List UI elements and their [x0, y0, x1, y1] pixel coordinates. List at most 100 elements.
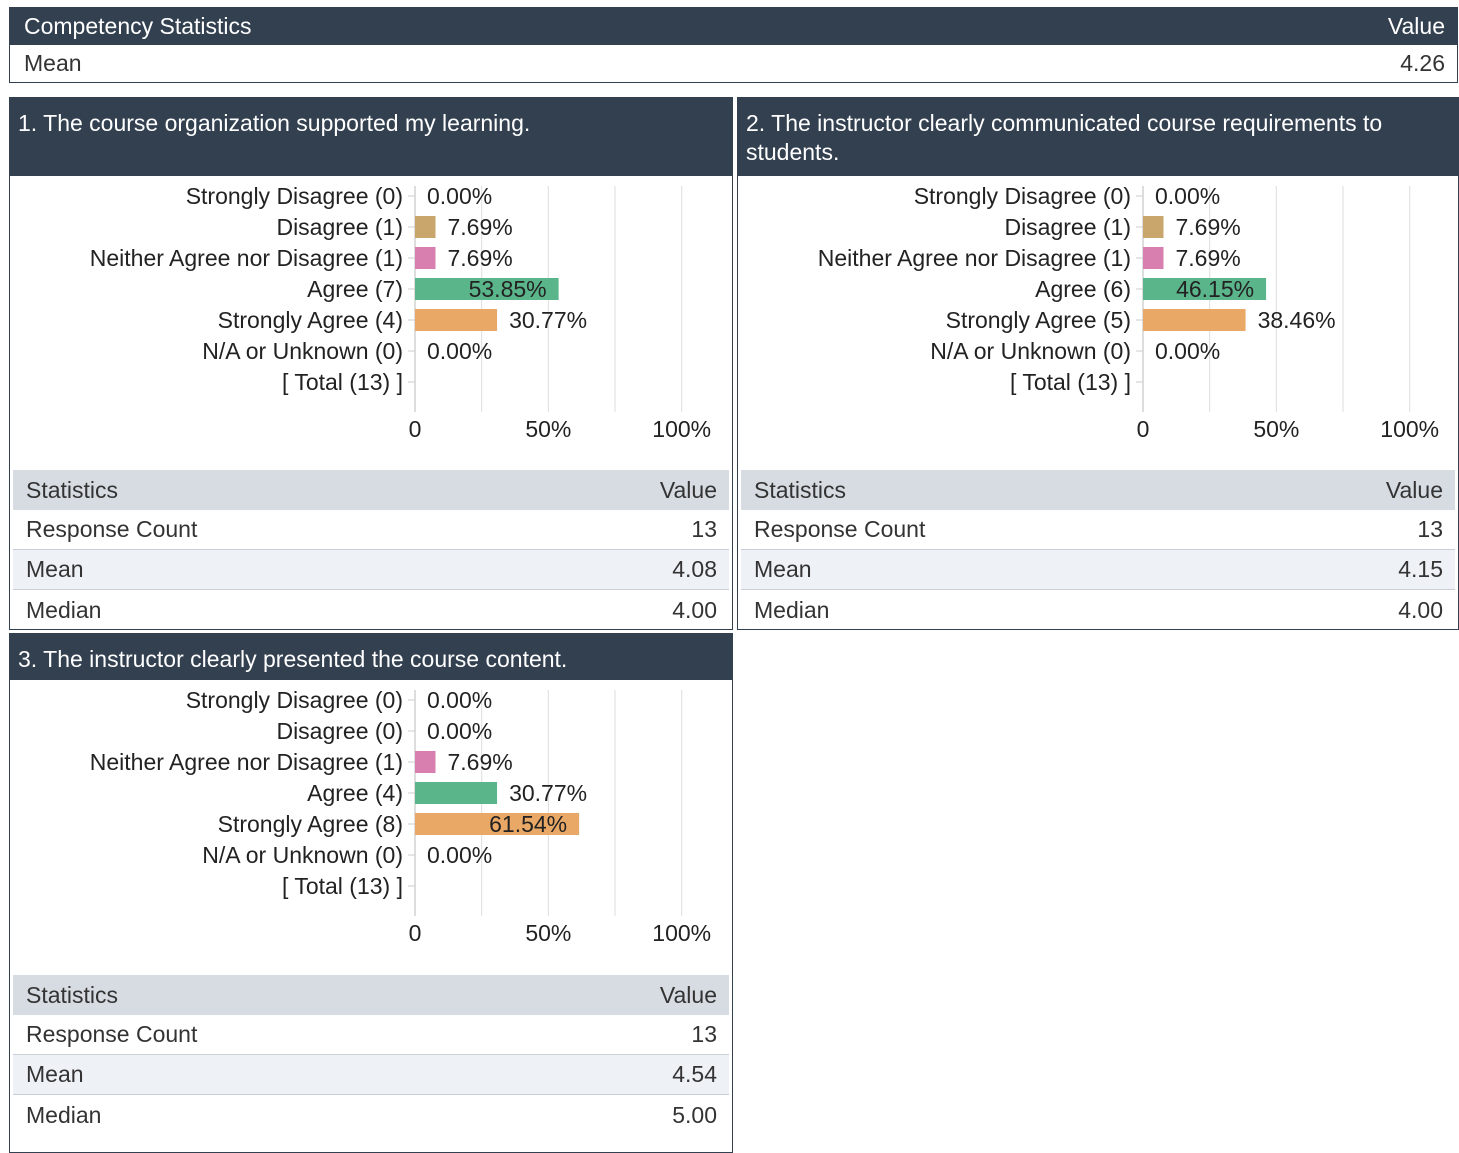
bar — [415, 309, 498, 331]
competency-mean-row: Mean 4.26 — [10, 45, 1457, 82]
median-row: Median 4.00 — [741, 590, 1455, 629]
category-label: Agree (6) — [1035, 276, 1131, 302]
response-count-value: 13 — [691, 1021, 717, 1047]
category-label: N/A or Unknown (0) — [202, 338, 403, 364]
x-tick-label: 100% — [1380, 416, 1439, 442]
competency-mean-value: 4.26 — [1400, 50, 1445, 76]
category-label: Strongly Disagree (0) — [914, 183, 1131, 209]
bar — [415, 751, 436, 773]
bar — [415, 782, 498, 804]
category-label: Agree (7) — [307, 276, 403, 302]
category-label: Agree (4) — [307, 780, 403, 806]
mean-label: Mean — [754, 556, 812, 582]
bar — [1143, 309, 1246, 331]
mean-row: Mean 4.54 — [13, 1055, 729, 1095]
data-label: 7.69% — [448, 214, 513, 240]
x-tick-label: 100% — [652, 416, 711, 442]
category-label: Strongly Agree (8) — [218, 811, 403, 837]
data-label: 0.00% — [427, 687, 492, 713]
response-count-row: Response Count 13 — [13, 1015, 729, 1055]
category-label: Neither Agree nor Disagree (1) — [90, 749, 403, 775]
statistics-header-value: Value — [1385, 476, 1443, 503]
response-count-row: Response Count 13 — [741, 510, 1455, 550]
median-value: 5.00 — [672, 1101, 717, 1128]
category-label: Strongly Agree (4) — [218, 307, 403, 333]
bar — [415, 216, 436, 238]
mean-value: 4.08 — [672, 556, 717, 582]
category-label: [ Total (13) ] — [1010, 369, 1131, 395]
median-value: 4.00 — [672, 596, 717, 623]
response-count-value: 13 — [691, 516, 717, 542]
competency-mean-label: Mean — [24, 50, 82, 76]
category-label: N/A or Unknown (0) — [930, 338, 1131, 364]
question-panel-2: 2. The instructor clearly communicated c… — [737, 97, 1459, 630]
data-label: 7.69% — [448, 749, 513, 775]
statistics-header-label: Statistics — [26, 476, 119, 503]
data-label: 0.00% — [427, 718, 492, 744]
question-2-bar-chart: Strongly Disagree (0) 0.00% Disagree (1) 7.… — [818, 183, 1439, 442]
category-label: Disagree (1) — [1004, 214, 1131, 240]
category-label: Disagree (0) — [276, 718, 403, 744]
data-label: 30.77% — [509, 780, 587, 806]
data-label: 7.69% — [448, 245, 513, 271]
x-tick-label: 0 — [409, 416, 422, 442]
mean-value: 4.15 — [1398, 556, 1443, 582]
median-label: Median — [26, 596, 102, 623]
question-title: 1. The course organization supported my … — [10, 98, 732, 176]
category-label: [ Total (13) ] — [282, 873, 403, 899]
data-label: 0.00% — [427, 842, 492, 868]
response-count-row: Response Count 13 — [13, 510, 729, 550]
x-tick-label: 50% — [525, 416, 571, 442]
category-label: [ Total (13) ] — [282, 369, 403, 395]
category-label: Strongly Disagree (0) — [186, 687, 403, 713]
statistics-header-row: Statistics Value — [13, 470, 729, 510]
question-panel-3: 3. The instructor clearly presented the … — [9, 633, 733, 1153]
question-title: 2. The instructor clearly communicated c… — [738, 98, 1458, 176]
data-label: 61.54% — [489, 811, 567, 837]
x-tick-label: 0 — [409, 920, 422, 946]
data-label: 0.00% — [427, 338, 492, 364]
statistics-table: Statistics Value Response Count 13 Mean … — [13, 975, 729, 1135]
question-panel-1: 1. The course organization supported my … — [9, 97, 733, 630]
statistics-table: Statistics Value Response Count 13 Mean … — [13, 470, 729, 629]
mean-label: Mean — [26, 1061, 84, 1087]
category-label: Disagree (1) — [276, 214, 403, 240]
category-label: Strongly Agree (5) — [946, 307, 1131, 333]
x-tick-label: 0 — [1137, 416, 1150, 442]
median-label: Median — [26, 1101, 102, 1128]
statistics-header-label: Statistics — [26, 981, 119, 1008]
bar — [415, 247, 436, 269]
response-count-label: Response Count — [754, 516, 926, 542]
bar — [1143, 247, 1164, 269]
statistics-header-label: Statistics — [754, 476, 847, 503]
median-value: 4.00 — [1398, 596, 1443, 623]
category-label: Strongly Disagree (0) — [186, 183, 403, 209]
median-label: Median — [754, 596, 830, 623]
x-tick-label: 50% — [1253, 416, 1299, 442]
median-row: Median 5.00 — [13, 1095, 729, 1135]
response-count-value: 13 — [1417, 516, 1443, 542]
x-tick-label: 50% — [525, 920, 571, 946]
competency-header-label: Competency Statistics — [24, 13, 252, 39]
mean-value: 4.54 — [672, 1061, 717, 1087]
statistics-header-row: Statistics Value — [741, 470, 1455, 510]
statistics-header-value: Value — [659, 476, 717, 503]
competency-header: Competency Statistics Value — [10, 8, 1457, 45]
question-3-bar-chart: Strongly Disagree (0) 0.00% Disagree (0) 0.… — [90, 687, 711, 946]
data-label: 7.69% — [1176, 245, 1241, 271]
data-label: 0.00% — [1155, 183, 1220, 209]
mean-label: Mean — [26, 556, 84, 582]
competency-statistics-table: Competency Statistics Value Mean 4.26 — [9, 7, 1458, 83]
bar — [1143, 216, 1164, 238]
mean-row: Mean 4.15 — [741, 550, 1455, 590]
category-label: Neither Agree nor Disagree (1) — [818, 245, 1131, 271]
data-label: 0.00% — [1155, 338, 1220, 364]
median-row: Median 4.00 — [13, 590, 729, 629]
category-label: Neither Agree nor Disagree (1) — [90, 245, 403, 271]
competency-header-value: Value — [1387, 13, 1445, 39]
data-label: 46.15% — [1176, 276, 1254, 302]
question-1-bar-chart: Strongly Disagree (0) 0.00% Disagree (1) 7.… — [90, 183, 711, 442]
category-label: N/A or Unknown (0) — [202, 842, 403, 868]
question-title: 3. The instructor clearly presented the … — [10, 634, 732, 680]
mean-row: Mean 4.08 — [13, 550, 729, 590]
